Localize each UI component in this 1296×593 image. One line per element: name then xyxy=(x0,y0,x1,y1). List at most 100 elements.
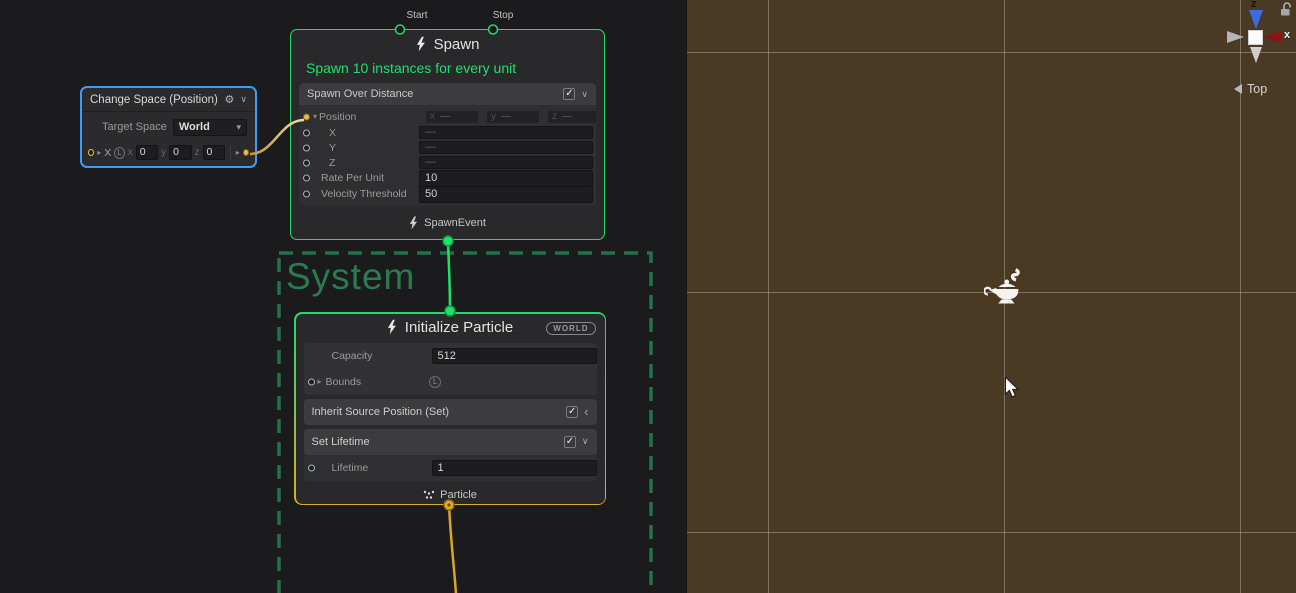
scene-orientation-gizmo[interactable]: z x Top xyxy=(1222,0,1296,100)
rate-per-unit-field[interactable]: 10 xyxy=(419,170,593,187)
z-port[interactable] xyxy=(303,159,310,166)
rate-per-unit-label: Rate Per Unit xyxy=(321,172,384,184)
block-enabled-checkbox[interactable] xyxy=(563,88,575,100)
gizmo-center-cube[interactable] xyxy=(1248,30,1263,45)
spawn-node-header[interactable]: Spawn xyxy=(291,30,604,58)
target-space-dropdown[interactable]: World xyxy=(173,119,247,136)
bounds-space-badge[interactable]: L xyxy=(429,376,441,388)
target-space-row: Target Space World xyxy=(82,112,255,142)
row-divider xyxy=(230,146,231,160)
target-space-label: Target Space xyxy=(102,121,167,133)
block-title: Spawn Over Distance xyxy=(307,88,413,100)
velocity-threshold-field[interactable]: 50 xyxy=(419,186,593,203)
grid-line-vertical xyxy=(768,0,769,593)
particle-output-anchor[interactable]: Particle xyxy=(296,485,605,504)
z-field[interactable]: — xyxy=(419,156,593,169)
world-space-badge[interactable]: WORLD xyxy=(546,322,595,335)
set-lifetime-title: Set Lifetime xyxy=(312,436,370,448)
settings-gear-icon[interactable] xyxy=(225,93,235,106)
spawn-to-initialize-wire[interactable] xyxy=(448,241,450,311)
capacity-field[interactable]: 512 xyxy=(432,348,597,364)
position-z-field[interactable]: z — xyxy=(548,111,596,123)
expand-triangle-icon[interactable] xyxy=(97,149,101,157)
spawn-note-text: Spawn 10 instances for every unit xyxy=(291,58,604,80)
x-axis-letter: x xyxy=(128,147,133,158)
lightning-icon xyxy=(409,216,418,230)
axis-y: y xyxy=(491,111,496,123)
grid-line-horizontal xyxy=(687,52,1296,53)
axis-x: x xyxy=(430,111,435,123)
value-z: — xyxy=(562,111,572,123)
vfx-graph-canvas[interactable]: System Start Stop Change Space (Position… xyxy=(0,0,686,593)
rate-per-unit-port[interactable] xyxy=(303,175,310,182)
y-label: Y xyxy=(329,142,336,154)
gizmo-negative-axis-cone[interactable] xyxy=(1227,31,1244,43)
y-value-field[interactable]: 0 xyxy=(169,145,191,160)
spawn-event-label: SpawnEvent xyxy=(424,217,486,229)
gizmo-lock-icon[interactable] xyxy=(1280,2,1292,17)
spawn-output-anchor[interactable]: SpawnEvent xyxy=(291,206,604,240)
mouse-cursor xyxy=(1004,377,1019,398)
inherit-source-position-block[interactable]: Inherit Source Position (Set) xyxy=(304,399,597,425)
set-lifetime-block[interactable]: Set Lifetime Lifetime 1 xyxy=(304,429,597,481)
scene-view[interactable]: z x Top xyxy=(686,0,1296,593)
change-space-node[interactable]: Change Space (Position) Target Space Wor… xyxy=(80,86,257,168)
velocity-threshold-label: Velocity Threshold xyxy=(321,188,407,200)
inherit-enabled-checkbox[interactable] xyxy=(566,406,578,418)
velocity-threshold-port[interactable] xyxy=(303,191,310,198)
gizmo-z-axis-cone[interactable] xyxy=(1249,10,1263,29)
block-rows: Position x — y — z xyxy=(299,105,596,206)
output-triangle-icon xyxy=(236,149,240,157)
bounds-port[interactable] xyxy=(308,378,315,385)
capacity-label: Capacity xyxy=(332,350,373,362)
vfx-lamp-gizmo-icon[interactable] xyxy=(984,267,1028,311)
y-port[interactable] xyxy=(303,144,310,151)
value-y: — xyxy=(501,111,511,123)
lifetime-enabled-checkbox[interactable] xyxy=(564,436,576,448)
lifetime-port[interactable] xyxy=(308,464,315,471)
set-lifetime-header[interactable]: Set Lifetime xyxy=(304,429,597,455)
collapse-chevron-icon[interactable] xyxy=(240,94,247,105)
spawn-context-node[interactable]: Spawn Spawn 10 instances for every unit … xyxy=(290,29,605,240)
block-collapse-icon[interactable] xyxy=(581,89,588,100)
position-label: Position xyxy=(319,111,356,123)
position-expand-icon[interactable] xyxy=(313,113,317,121)
lifetime-row: Lifetime 1 xyxy=(304,455,597,481)
capacity-row: Capacity 512 xyxy=(304,343,597,369)
position-input-row: X L x 0 y 0 z 0 xyxy=(82,142,255,163)
bounds-expand-icon[interactable] xyxy=(318,378,322,386)
lifetime-collapse-icon[interactable] xyxy=(582,436,589,447)
initialize-to-update-wire[interactable] xyxy=(449,505,456,593)
particle-output-label: Particle xyxy=(440,489,477,501)
x-input-port[interactable] xyxy=(88,149,94,156)
inherit-collapsed-icon[interactable] xyxy=(584,404,588,419)
lightning-icon xyxy=(416,36,426,52)
block-header[interactable]: Spawn Over Distance xyxy=(299,83,596,105)
position-y-field[interactable]: y — xyxy=(487,111,539,123)
x-field[interactable]: — xyxy=(419,126,593,139)
gizmo-x-axis-cone[interactable] xyxy=(1264,31,1281,43)
bounds-label: Bounds xyxy=(326,376,362,388)
spawn-over-distance-block[interactable]: Spawn Over Distance Position x — xyxy=(299,83,596,206)
change-space-header[interactable]: Change Space (Position) xyxy=(82,88,255,112)
local-space-badge[interactable]: L xyxy=(114,147,124,159)
z-subrow: Z — xyxy=(299,155,596,170)
x-value-field[interactable]: 0 xyxy=(136,145,158,160)
x-subrow: X — xyxy=(299,125,596,140)
particle-dots-icon xyxy=(423,490,435,500)
lifetime-field[interactable]: 1 xyxy=(432,460,597,476)
y-axis-letter: y xyxy=(161,147,166,158)
x-port[interactable] xyxy=(303,129,310,136)
start-port-label: Start xyxy=(406,10,427,21)
view-direction-toggle[interactable]: Top xyxy=(1234,82,1267,96)
initialize-particle-node[interactable]: Initialize Particle WORLD Capacity 512 B… xyxy=(294,312,606,505)
gizmo-x-label: x xyxy=(1284,29,1290,41)
y-field[interactable]: — xyxy=(419,141,593,154)
x-input-label: X xyxy=(104,147,111,159)
gizmo-down-axis-cone[interactable] xyxy=(1250,47,1262,63)
position-x-field[interactable]: x — xyxy=(426,111,478,123)
position-output-port[interactable] xyxy=(243,149,249,156)
z-axis-letter: z xyxy=(195,147,200,158)
z-value-field[interactable]: 0 xyxy=(203,145,225,160)
position-port-connected[interactable] xyxy=(303,114,310,121)
